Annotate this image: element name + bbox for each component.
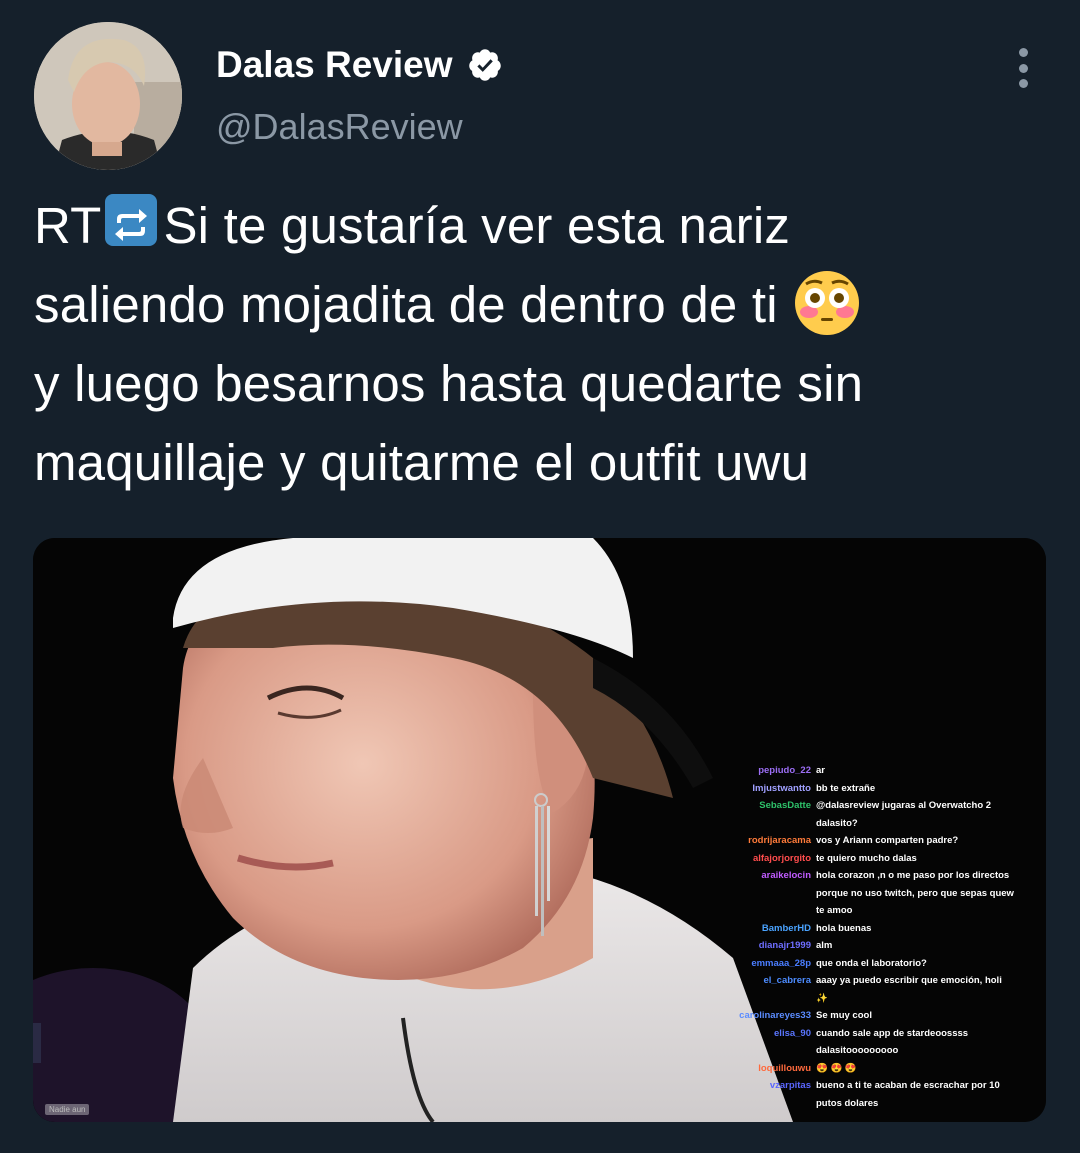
chat-message: elisa_90 cuando sale app de stardeoossss (728, 1025, 1028, 1043)
flushed-face-emoji-icon (794, 271, 859, 335)
chat-text: alm (816, 940, 833, 951)
chat-username: SebasDatte (759, 800, 811, 811)
chat-message: rodrijaracama vos y Ariann comparten padr… (728, 832, 1028, 850)
chat-username (728, 885, 816, 903)
chat-text: vos y Ariann comparten padre? (816, 835, 959, 846)
chat-message: BamberHD hola buenas (728, 920, 1028, 938)
chat-message: emmaaa_28p que onda el laboratorio? (728, 955, 1028, 973)
chat-username: BamberHD (761, 922, 811, 934)
tweet-line-4: maquillaje y quitarme el outfit uwu (34, 434, 810, 491)
tweet-line-3: y luego besarnos hasta quedarte sin (34, 355, 864, 412)
chat-message: araikelocin hola corazon ,n o me paso por… (728, 867, 1028, 885)
chat-username (728, 990, 816, 1008)
chat-username: alfajorjorgito (752, 852, 811, 864)
tweet-line-1: RT Si te gustaría ver esta nariz (34, 186, 1044, 265)
chat-username: pepiudo_22 (758, 765, 811, 776)
chat-text: ar (816, 765, 825, 776)
tweet-text-line1: Si te gustaría ver esta nariz (163, 197, 791, 254)
chat-text: bueno a ti te acaban de escrachar por 10 (816, 1080, 1000, 1091)
author-handle[interactable]: @DalasReview (216, 106, 463, 148)
chat-text: que onda el laboratorio? (816, 957, 927, 969)
tweet-text: RT Si te gustaría ver esta nariz saliendo… (34, 186, 1044, 502)
chat-message: ✨ (728, 990, 1028, 1008)
chat-username: araikelocin (761, 870, 811, 881)
chat-username (728, 815, 816, 833)
chat-message: putos dolares (728, 1095, 1028, 1113)
avatar-image (34, 22, 182, 170)
chat-username: carolinareyes33 (739, 1010, 811, 1021)
chat-text: hola buenas (816, 922, 872, 934)
chat-text: hola corazon ,n o me paso por los direct… (816, 870, 1010, 881)
chat-message: dianajr1999 alm (728, 937, 1028, 955)
chat-text: te quiero mucho dalas (816, 852, 917, 864)
chat-text: putos dolares (816, 1097, 879, 1109)
chat-message: carolinareyes33 Se muy cool (728, 1007, 1028, 1025)
chat-text: dalasito? (816, 817, 858, 829)
tweet-media[interactable]: pepiudo_22 ar Imjustwantto bb te extrañe S… (33, 538, 1046, 1122)
chat-text: te amoo (816, 905, 853, 916)
tweet-text-line2: saliendo mojadita de dentro de ti (34, 276, 778, 333)
more-options-icon[interactable] (1008, 48, 1038, 88)
tweet-line-2: saliendo mojadita de dentro de ti (34, 265, 1044, 344)
author-avatar[interactable] (34, 22, 182, 170)
chat-message: SebasDatte @dalasreview jugaras al Overwa… (728, 797, 1028, 815)
author-name[interactable]: Dalas Review (216, 44, 503, 86)
chat-text: cuando sale app de stardeoossss (816, 1027, 969, 1039)
stream-overlay-tag: Nadie aun (45, 1104, 90, 1115)
chat-text: 😍 😍 😍 (816, 1062, 857, 1074)
chat-message: vzarpitas bueno a ti te acaban de escrach… (728, 1077, 1028, 1095)
chat-message: el_cabrera aaay ya puedo escribir que emo… (728, 972, 1028, 990)
chat-message: dalasitooooooooo (728, 1042, 1028, 1060)
chat-username: elisa_90 (774, 1027, 811, 1039)
author-display-name: Dalas Review (216, 44, 453, 85)
chat-message: alfajorjorgito te quiero mucho dalas (728, 850, 1028, 868)
chat-text: bb te extrañe (816, 782, 876, 794)
chat-username: rodrijaracama (748, 835, 811, 846)
chat-message: loquillouwu 😍 😍 😍 (728, 1060, 1028, 1078)
stream-chat: pepiudo_22 ar Imjustwantto bb te extrañe S… (728, 762, 1028, 1112)
chat-message: te amoo (728, 902, 1028, 920)
chat-text: porque no uso twitch, pero que sepas que… (816, 887, 1014, 899)
chat-message: dalasito? (728, 815, 1028, 833)
verified-badge-icon (468, 49, 501, 81)
chat-text: dalasitooooooooo (816, 1045, 899, 1056)
chat-username (728, 1042, 816, 1060)
chat-message: Imjustwantto bb te extrañe (728, 780, 1028, 798)
chat-text: @dalasreview jugaras al Overwatcho 2 (816, 800, 992, 811)
repeat-emoji-icon (105, 194, 158, 246)
chat-username: Imjustwantto (752, 782, 811, 794)
tweet-text-rt: RT (34, 197, 102, 254)
chat-username: dianajr1999 (758, 940, 811, 951)
chat-message: pepiudo_22 ar (728, 762, 1028, 780)
chat-username (728, 902, 816, 920)
chat-text: ✨ (816, 992, 828, 1004)
chat-text: Se muy cool (816, 1010, 872, 1021)
chat-username (728, 1095, 816, 1113)
chat-message: porque no uso twitch, pero que sepas que… (728, 885, 1028, 903)
chat-text: aaay ya puedo escribir que emoción, holi (816, 975, 1002, 986)
chat-username: vzarpitas (769, 1080, 811, 1091)
chat-username: loquillouwu (758, 1062, 811, 1074)
chat-username: el_cabrera (763, 975, 811, 986)
chat-username: emmaaa_28p (751, 957, 811, 969)
